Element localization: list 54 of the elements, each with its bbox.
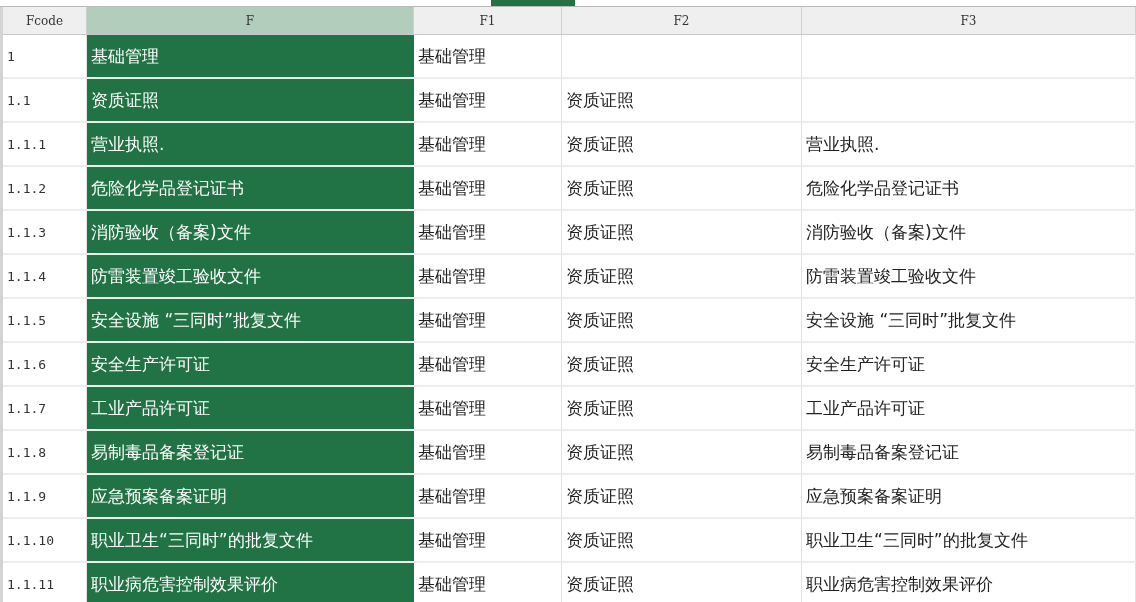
table-cell: 易制毒品备案登记证 bbox=[87, 431, 414, 475]
table-cell: 资质证照 bbox=[562, 123, 802, 167]
table-cell: 基础管理 bbox=[414, 431, 562, 475]
table-cell: 资质证照 bbox=[562, 387, 802, 431]
table-cell: 安全生产许可证 bbox=[87, 343, 414, 387]
table-cell: 工业产品许可证 bbox=[802, 387, 1136, 431]
table-cell: 基础管理 bbox=[414, 519, 562, 563]
table-cell: 资质证照 bbox=[562, 431, 802, 475]
table-cell: 基础管理 bbox=[414, 387, 562, 431]
table-cell: 基础管理 bbox=[414, 299, 562, 343]
table-cell: 资质证照 bbox=[562, 167, 802, 211]
table-cell: 应急预案备案证明 bbox=[802, 475, 1136, 519]
table-cell: 基础管理 bbox=[414, 211, 562, 255]
table-cell: 基础管理 bbox=[414, 123, 562, 167]
table-cell: 资质证照 bbox=[562, 563, 802, 602]
table-cell: 职业病危害控制效果评价 bbox=[802, 563, 1136, 602]
table-cell: 基础管理 bbox=[414, 343, 562, 387]
table-cell: 职业卫生“三同时”的批复文件 bbox=[802, 519, 1136, 563]
table-cell: 基础管理 bbox=[87, 35, 414, 79]
column-header[interactable]: F bbox=[87, 7, 414, 35]
table-cell: 资质证照 bbox=[562, 79, 802, 123]
table-cell: 资质证照 bbox=[562, 299, 802, 343]
table-cell: 资质证照 bbox=[562, 475, 802, 519]
table-cell: 危险化学品登记证书 bbox=[87, 167, 414, 211]
table-cell: 基础管理 bbox=[414, 475, 562, 519]
table-cell: 职业病危害控制效果评价 bbox=[87, 563, 414, 602]
table-cell: 消防验收（备案)文件 bbox=[87, 211, 414, 255]
table-cell: 资质证照 bbox=[562, 519, 802, 563]
table-cell: 防雷装置竣工验收文件 bbox=[802, 255, 1136, 299]
column-header[interactable]: Fcode bbox=[3, 7, 87, 35]
table-cell: 防雷装置竣工验收文件 bbox=[87, 255, 414, 299]
column-header[interactable]: F1 bbox=[414, 7, 562, 35]
table-cell: 资质证照 bbox=[87, 79, 414, 123]
table-cell: 安全设施 “三同时”批复文件 bbox=[802, 299, 1136, 343]
table-cell: 消防验收（备案)文件 bbox=[802, 211, 1136, 255]
table-cell: 应急预案备案证明 bbox=[87, 475, 414, 519]
column-header[interactable]: F3 bbox=[802, 7, 1136, 35]
table-cell: 基础管理 bbox=[414, 255, 562, 299]
table-cell: 基础管理 bbox=[414, 563, 562, 602]
table-cell: 职业卫生“三同时”的批复文件 bbox=[87, 519, 414, 563]
table-cell: 安全生产许可证 bbox=[802, 343, 1136, 387]
table-cell: 资质证照 bbox=[562, 255, 802, 299]
table-cell: 营业执照. bbox=[802, 123, 1136, 167]
table-cell: 危险化学品登记证书 bbox=[802, 167, 1136, 211]
table-cell: 基础管理 bbox=[414, 79, 562, 123]
column-header[interactable]: F2 bbox=[562, 7, 802, 35]
table-cell: 工业产品许可证 bbox=[87, 387, 414, 431]
table-cell: 基础管理 bbox=[414, 167, 562, 211]
table-cell: 安全设施 “三同时”批复文件 bbox=[87, 299, 414, 343]
table-cell: 资质证照 bbox=[562, 343, 802, 387]
table-cell: 基础管理 bbox=[414, 35, 562, 79]
table-cell: 营业执照. bbox=[87, 123, 414, 167]
table-cell: 易制毒品备案登记证 bbox=[802, 431, 1136, 475]
table-cell: 资质证照 bbox=[562, 211, 802, 255]
